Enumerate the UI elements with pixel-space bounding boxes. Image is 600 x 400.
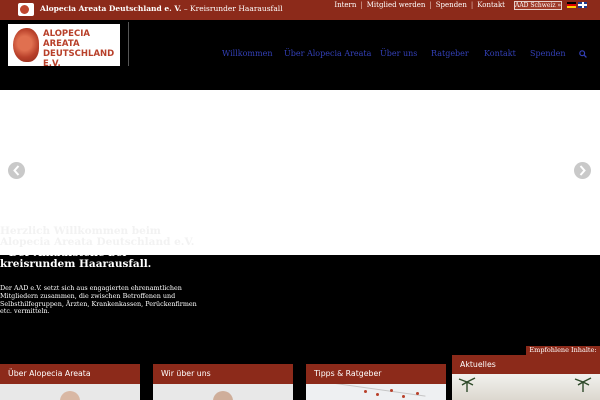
card-image [153,384,293,400]
brand-line: ALOPECIA [43,29,90,39]
header: ALOPECIA AREATA DEUTSCHLAND E.V. Willkom… [0,20,600,90]
aad-logo-icon[interactable] [18,3,34,16]
hero-body-text: Der AAD e.V. setzt sich aus engagierten … [0,284,197,316]
search-icon[interactable] [579,50,587,58]
card-title: Tipps & Ratgeber [306,364,446,384]
map-pin-icon [376,393,379,396]
map-pin-icon [416,392,419,395]
brand-text: ALOPECIA AREATA DEUTSCHLAND E.V. [43,29,120,69]
nav-item-ueber-uns[interactable]: Über uns [380,49,417,58]
nav-item-willkommen[interactable]: Willkommen [222,49,272,58]
arrow-right-icon[interactable] [574,162,591,179]
card-ueber-alopecia-areata[interactable]: Über Alopecia Areata [0,364,140,400]
brand-line: DEUTSCHLAND E.V. [43,49,115,69]
site-name: Alopecia Areata Deutschland e. V. [40,4,182,13]
top-bar: Alopecia Areata Deutschland e. V. – Krei… [0,0,600,20]
map-pin-icon [364,390,367,393]
card-wir-ueber-uns[interactable]: Wir über uns [153,364,293,400]
nav-item-kontakt[interactable]: Kontakt [484,49,516,58]
divider [128,22,129,66]
separator: | [470,1,474,9]
top-links: Intern | Mitglied werden | Spenden | Kon… [334,1,505,9]
card-aktuelles[interactable]: Aktuelles [452,355,600,400]
recommended-label: Empfohlene Inhalte: [526,346,600,355]
card-title: Über Alopecia Areata [0,364,140,384]
palm-tree-icon [574,377,592,392]
hero-title: Herzlich Willkommen beim Alopecia Areata… [0,226,200,270]
nav-item-spenden[interactable]: Spenden [530,49,566,58]
person-photo [60,391,80,400]
card-tipps-ratgeber[interactable]: Tipps & Ratgeber [306,364,446,400]
flag-de-icon[interactable] [567,2,576,8]
flag-gb-icon[interactable] [578,2,587,8]
separator: | [429,1,432,9]
hero-title-tagline: – Der Anlaufstelle bei kreisrundem Haara… [0,247,152,270]
link-kontakt[interactable]: Kontakt [477,1,505,9]
card-title: Aktuelles [452,355,600,374]
map-pin-icon [390,389,393,392]
person-photo [213,391,233,400]
card-image-palms [452,374,600,400]
card-title: Wir über uns [153,364,293,384]
hero-slider: Herzlich Willkommen beim Alopecia Areata… [0,90,600,270]
link-intern[interactable]: Intern [334,1,356,9]
brand-logo[interactable]: ALOPECIA AREATA DEUTSCHLAND E.V. [8,24,120,69]
head-silhouette-icon [13,28,39,62]
aad-schweiz-button[interactable]: AAD Schweiz » [514,1,562,10]
card-image-map [306,384,446,400]
separator: | [360,1,363,9]
hero-title-welcome: Herzlich Willkommen beim Alopecia Areata… [0,225,195,248]
site-tagline: – Kreisrunder Haarausfall [181,4,283,13]
palm-tree-icon [458,377,476,392]
site-title: Alopecia Areata Deutschland e. V. – Krei… [40,4,283,13]
link-mitglied-werden[interactable]: Mitglied werden [367,1,426,9]
map-pin-icon [402,395,405,398]
brand-line: AREATA [43,39,80,49]
nav-item-ueber-alopecia-areata[interactable]: Über Alopecia Areata [284,49,371,58]
card-image [0,384,140,400]
nav-item-ratgeber[interactable]: Ratgeber [431,49,469,58]
map-background [306,384,446,400]
arrow-left-icon[interactable] [8,162,25,179]
link-spenden[interactable]: Spenden [436,1,467,9]
